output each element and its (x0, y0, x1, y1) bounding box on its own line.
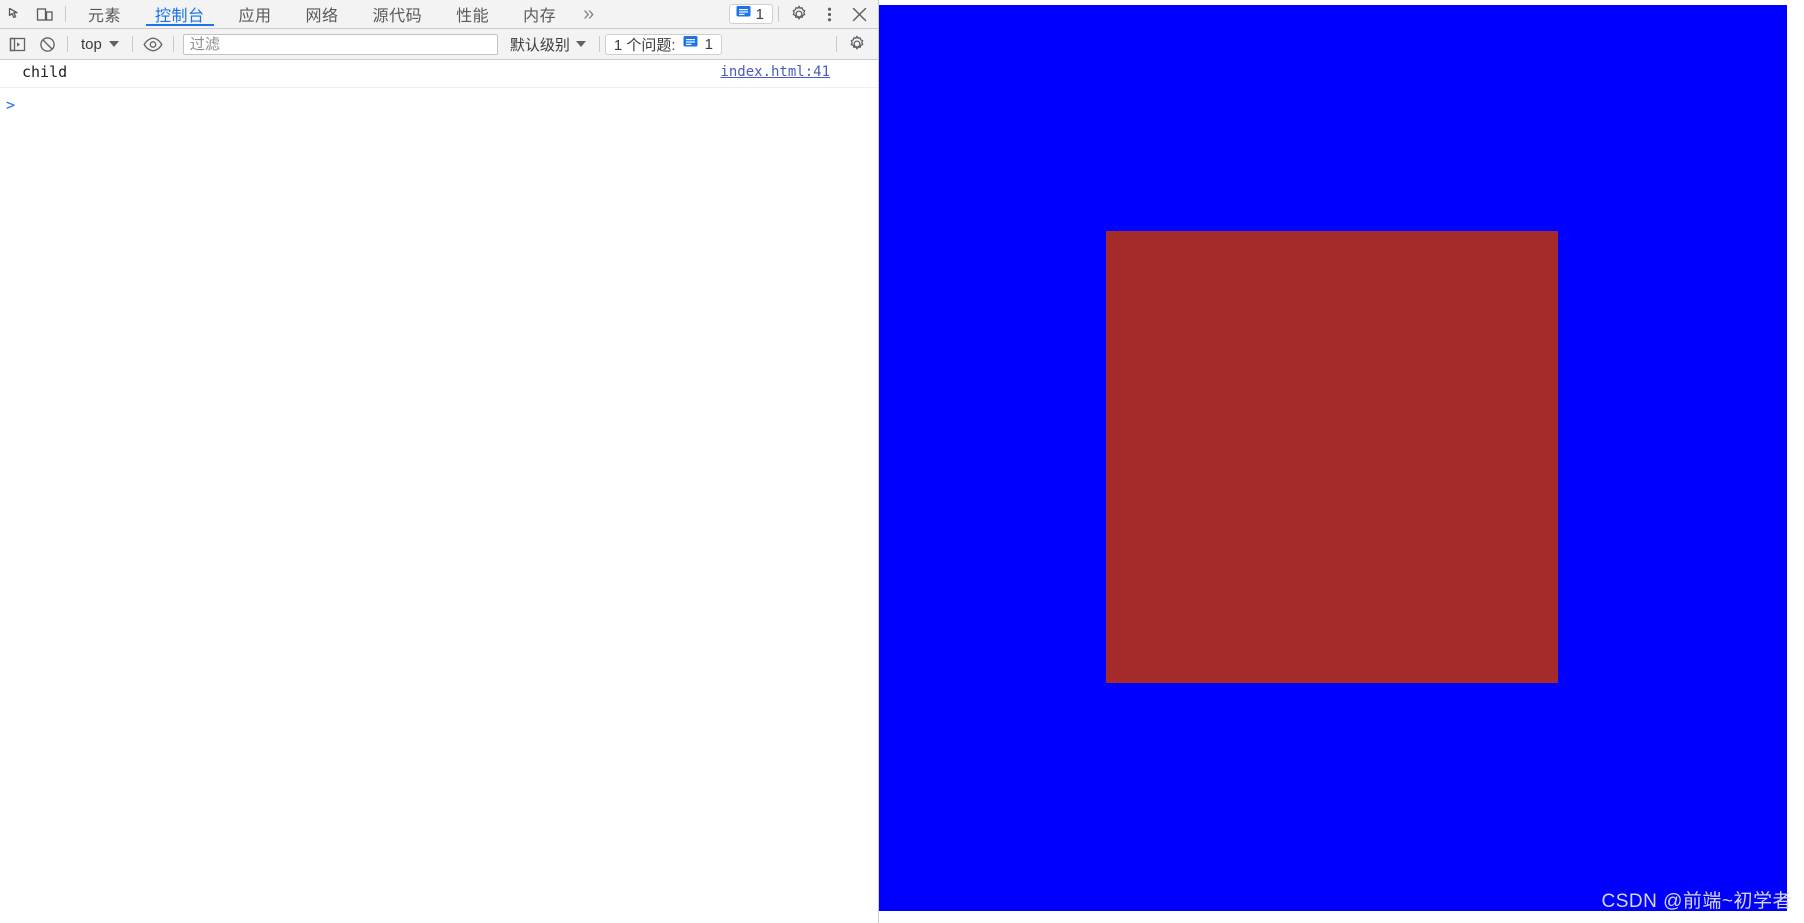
console-message-row[interactable]: child index.html:41 (0, 60, 878, 88)
issues-counter-chip[interactable]: 1 (728, 4, 773, 24)
issues-bar-count: 1 (704, 35, 713, 53)
devtools-tabstrip: 元素 控制台 应用 网络 源代码 性能 内存 » 1 (0, 0, 878, 29)
blue-parent-box (879, 5, 1787, 911)
page-viewport: CSDN @前端~初学者 (879, 0, 1804, 923)
filterbar-separator-1 (67, 36, 68, 52)
chevron-down-icon (575, 41, 586, 47)
console-filter-input[interactable] (182, 33, 498, 55)
devtools-panel: 元素 控制台 应用 网络 源代码 性能 内存 » 1 top 过滤 默认级别 1… (0, 0, 878, 923)
issues-count-label: 1 (755, 5, 764, 23)
tab-performance[interactable]: 性能 (439, 2, 506, 26)
tabstrip-left-tools: 元素 控制台 应用 网络 源代码 性能 内存 » (0, 0, 602, 28)
more-tabs-chevron-icon[interactable]: » (573, 3, 602, 26)
tab-memory[interactable]: 内存 (506, 2, 573, 26)
console-message-text: child (22, 63, 68, 81)
red-child-box (1106, 231, 1558, 683)
issues-bar-label: 1 个问题: (613, 36, 676, 54)
tabstrip-separator (65, 6, 66, 22)
tab-application[interactable]: 应用 (222, 2, 289, 26)
issues-bar-chip[interactable]: 1 个问题: 1 (604, 33, 722, 55)
console-message-source-link[interactable]: index.html:41 (720, 62, 870, 82)
inspect-element-icon[interactable] (0, 0, 30, 28)
console-prompt-caret-icon: > (6, 96, 16, 114)
issues-message-icon (683, 35, 698, 53)
filterbar-separator-5 (836, 36, 837, 52)
console-prompt-input[interactable] (15, 95, 878, 115)
gear-icon[interactable] (842, 30, 872, 58)
chevron-down-icon (108, 41, 119, 47)
console-filter-toolbar: top 默认级别 1 个问题: (0, 29, 878, 60)
tabstrip-right-tools: 1 (728, 0, 878, 28)
clear-console-icon[interactable] (32, 30, 62, 58)
issues-message-icon (736, 5, 751, 24)
tab-sources[interactable]: 源代码 (356, 2, 440, 26)
execution-context-label: top (81, 35, 102, 53)
close-icon[interactable] (844, 0, 874, 28)
filterbar-separator-2 (131, 36, 133, 52)
eye-icon[interactable] (138, 30, 168, 58)
devtools-tabs: 元素 控制台 应用 网络 源代码 性能 内存 (71, 2, 573, 26)
csdn-watermark: CSDN @前端~初学者 (1601, 891, 1792, 912)
kebab-menu-icon[interactable] (814, 0, 844, 28)
filterbar-right-tools (831, 30, 878, 58)
tab-network[interactable]: 网络 (289, 2, 356, 26)
filterbar-separator-4 (598, 36, 600, 52)
log-level-select[interactable]: 默认级别 (502, 33, 594, 55)
filterbar-separator-3 (172, 36, 174, 52)
device-toolbar-icon[interactable] (30, 0, 60, 28)
execution-context-select[interactable]: top (73, 33, 127, 55)
tab-elements[interactable]: 元素 (71, 2, 138, 26)
log-level-label: 默认级别 (509, 36, 570, 54)
console-prompt-row[interactable]: > (0, 88, 878, 116)
console-sidebar-icon[interactable] (2, 30, 32, 58)
console-message-list[interactable]: child index.html:41 > (0, 60, 878, 923)
tabstrip-right-separator (778, 6, 779, 22)
tab-console[interactable]: 控制台 (138, 2, 222, 26)
gear-icon[interactable] (784, 0, 814, 28)
devtools-window: 元素 控制台 应用 网络 源代码 性能 内存 » 1 top 过滤 默认级别 1… (0, 0, 1804, 923)
